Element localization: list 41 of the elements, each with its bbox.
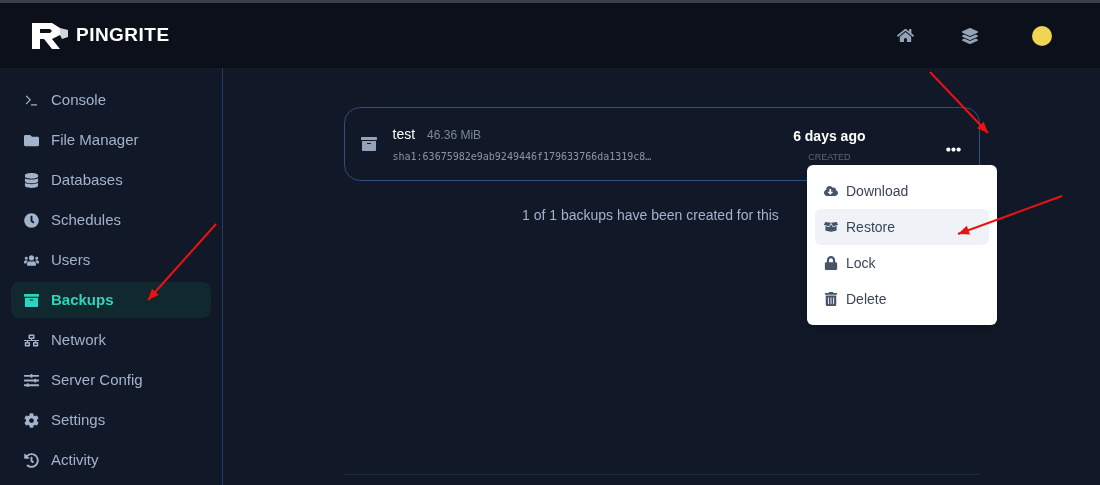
open-box-icon — [823, 220, 838, 234]
date-label: CREATED — [808, 150, 851, 164]
terminal-icon — [23, 92, 39, 108]
network-icon — [23, 332, 39, 348]
database-icon — [23, 172, 39, 188]
users-icon — [23, 252, 39, 268]
folder-icon — [23, 132, 39, 148]
home-icon[interactable] — [897, 27, 914, 44]
sidebar-item[interactable]: Backups — [11, 282, 211, 318]
sidebar-item[interactable]: Server Config — [11, 362, 211, 398]
lock-icon — [823, 256, 838, 270]
annotation-arrow — [929, 71, 989, 134]
menu-item[interactable]: Lock — [815, 245, 989, 281]
sidebar-item[interactable]: Schedules — [11, 202, 211, 238]
layers-icon[interactable] — [962, 27, 978, 44]
clock-icon — [23, 212, 39, 228]
sidebar-item[interactable]: File Manager — [11, 122, 211, 158]
history-icon — [23, 452, 39, 468]
menu-item[interactable]: Restore — [815, 209, 989, 245]
menu-item[interactable]: Download — [815, 173, 989, 209]
sidebar-item[interactable]: Settings — [11, 402, 211, 438]
archive-icon — [360, 136, 378, 152]
backup-name: test — [392, 125, 416, 144]
trash-icon — [823, 292, 838, 306]
backup-date: 6 days ago — [793, 126, 866, 146]
menu-item[interactable]: Delete — [815, 281, 989, 317]
sidebar-item[interactable]: Activity — [11, 442, 211, 478]
sidebar-item[interactable]: Users — [11, 242, 211, 278]
cloud-download-icon — [823, 184, 838, 198]
logo-icon — [30, 20, 70, 51]
backup-summary: 1 of 1 backups have been created for this — [521, 206, 779, 225]
settings-icon — [23, 412, 39, 428]
brand-name: PINGRITE — [76, 23, 170, 48]
avatar[interactable] — [1032, 25, 1052, 46]
sidebar-item[interactable]: Databases — [11, 162, 211, 198]
sidebar-item[interactable]: Network — [11, 322, 211, 358]
backup-size: 46.36 MiB — [427, 127, 482, 144]
sliders-icon — [23, 372, 39, 388]
backup-checksum: sha1:63675982e9ab9249446f179633766da1319c8… — [392, 150, 652, 164]
archive-icon — [23, 292, 39, 308]
sidebar-item[interactable]: Console — [11, 82, 211, 118]
